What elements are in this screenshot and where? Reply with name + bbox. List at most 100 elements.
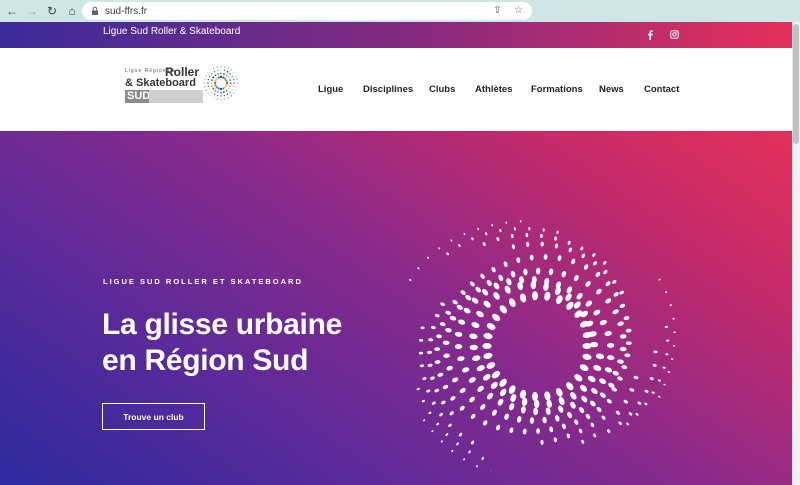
logo-burst-dot — [219, 75, 223, 79]
ring-dot — [482, 289, 489, 296]
ring-dot — [460, 290, 466, 295]
ring-dot — [623, 399, 629, 404]
logo-burst-dot — [207, 78, 210, 81]
logo-burst-dot — [208, 75, 211, 78]
ring-dot — [469, 344, 478, 351]
ring-dot — [442, 384, 449, 390]
ring-dot — [570, 392, 577, 400]
ring-dot — [469, 396, 475, 403]
ring-dot — [480, 404, 486, 410]
ring-dot — [546, 399, 553, 408]
menu-item-contact[interactable]: Contact — [644, 84, 679, 95]
ring-dot — [555, 295, 563, 304]
ring-dot — [434, 347, 441, 352]
logo-burst-dot — [211, 73, 213, 75]
bookmark-star-icon[interactable]: ☆ — [513, 5, 524, 16]
menu-item-disciplines[interactable]: Disciplines — [363, 84, 413, 95]
ring-dot — [604, 331, 612, 336]
ring-dot — [540, 233, 543, 238]
scrollbar-thumb[interactable] — [793, 24, 799, 144]
logo-burst-dot — [203, 82, 206, 84]
ring-dot — [662, 366, 666, 369]
ring-dot — [651, 391, 655, 394]
logo-burst-dot — [225, 74, 228, 77]
menu-item-news[interactable]: News — [599, 84, 624, 95]
share-icon[interactable]: ⇪ — [492, 5, 503, 16]
ring-dot — [658, 395, 661, 398]
ring-dot — [606, 398, 612, 404]
ring-dot — [605, 298, 612, 304]
logo-burst-dot — [227, 67, 229, 69]
address-bar[interactable]: sud-ffrs.fr ⇪ ☆ — [82, 2, 532, 20]
ring-dot — [442, 340, 450, 345]
logo-burst-dot — [220, 69, 222, 71]
facebook-icon[interactable] — [646, 30, 654, 40]
forward-icon[interactable]: → — [24, 3, 40, 19]
ring-dot — [525, 233, 529, 238]
ring-dot — [430, 325, 436, 330]
ring-dot — [540, 241, 544, 247]
logo-burst-dot — [236, 78, 238, 80]
ring-dot — [624, 353, 631, 358]
ring-dot — [582, 353, 592, 360]
menu-item-ligue[interactable]: Ligue — [318, 84, 343, 95]
back-icon[interactable]: ← — [4, 3, 20, 19]
logo-burst-dot — [226, 93, 229, 96]
ring-dot — [558, 405, 564, 413]
ring-dot — [613, 292, 619, 297]
ring-dot — [419, 364, 424, 368]
ring-dot — [428, 411, 432, 415]
ring-dot — [491, 266, 496, 273]
ring-dot — [481, 456, 484, 460]
menu-item-formations[interactable]: Formations — [531, 84, 583, 95]
ring-dot — [468, 450, 471, 454]
ring-dot — [593, 365, 602, 371]
ring-dot — [555, 388, 563, 397]
ring-dot — [649, 377, 654, 381]
ring-dot — [498, 274, 504, 282]
ring-dot — [480, 273, 485, 279]
ring-dot — [490, 381, 498, 389]
find-club-button[interactable]: Trouve un club — [102, 403, 205, 430]
hero-headline-line2: en Région Sud — [102, 344, 309, 377]
menu-item-clubs[interactable]: Clubs — [429, 84, 455, 95]
logo-burst-dot — [224, 86, 227, 89]
ring-dot — [644, 389, 649, 393]
menu-item-athletes[interactable]: Athlètes — [475, 84, 512, 95]
logo-skateboard-text: & Skateboard — [125, 77, 196, 89]
ring-dot — [644, 402, 648, 406]
ring-dot — [619, 290, 624, 295]
reload-icon[interactable]: ↻ — [44, 3, 60, 19]
ring-dot — [482, 420, 488, 426]
logo-burst-dot — [204, 86, 206, 88]
site-logo[interactable]: Ligue Régionale Roller & Skateboard SUD — [123, 65, 241, 110]
instagram-icon[interactable] — [670, 30, 679, 39]
ring-dot — [619, 334, 627, 339]
logo-burst-dot — [216, 69, 219, 72]
ring-dot — [625, 341, 632, 346]
logo-burst-dot — [225, 81, 229, 85]
ring-dot — [434, 360, 441, 364]
ring-dot — [664, 291, 668, 293]
ring-dot — [532, 291, 538, 301]
home-icon[interactable]: ⌂ — [64, 3, 80, 19]
ring-dot — [665, 353, 669, 356]
ring-dot — [618, 421, 622, 425]
logo-burst-dot — [226, 70, 229, 73]
logo-burst-dot — [236, 86, 238, 88]
logo-burst-dot — [214, 84, 217, 87]
ring-dot — [554, 236, 557, 241]
ring-dot — [626, 422, 630, 426]
logo-burst-dot — [222, 73, 225, 75]
ring-dot — [536, 428, 541, 435]
ring-dot — [452, 299, 458, 305]
ring-dot — [601, 415, 606, 420]
ring-dot — [596, 407, 602, 412]
logo-burst-dot — [212, 76, 215, 79]
ring-dot — [658, 278, 661, 281]
logo-burst-dot — [222, 87, 225, 90]
web-page: Ligue Sud Roller & Skateboard Ligue Régi… — [0, 22, 792, 485]
ring-dot — [667, 371, 671, 373]
ring-dot — [565, 293, 572, 302]
ring-dot — [566, 301, 574, 310]
